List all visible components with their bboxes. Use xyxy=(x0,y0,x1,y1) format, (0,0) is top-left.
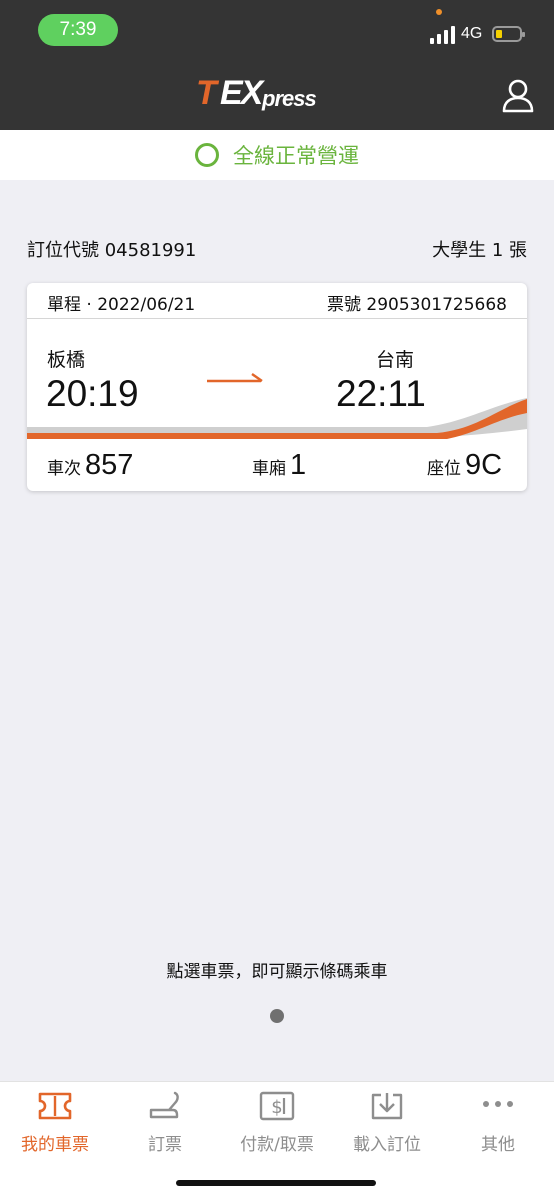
signal-icon xyxy=(430,26,456,44)
ticket-header: 單程 · 2022/06/21 票號 2905301725668 xyxy=(27,283,527,319)
page-indicator xyxy=(270,1009,284,1023)
arrow-right-icon xyxy=(207,373,263,383)
origin-station: 板橋 xyxy=(47,349,86,371)
train-number: 車次 857 xyxy=(47,449,134,481)
tab-load-booking[interactable]: 載入訂位 xyxy=(332,1082,442,1162)
car-number: 車廂 1 xyxy=(252,449,307,481)
booking-info: 訂位代號 04581991 大學生 1 張 xyxy=(27,236,527,261)
booking-code: 訂位代號 04581991 xyxy=(27,240,197,261)
tab-book-ticket[interactable]: 訂票 xyxy=(110,1082,220,1162)
seat-icon xyxy=(149,1091,179,1119)
texpress-logo: T EX press xyxy=(196,74,317,112)
trip-date: 單程 · 2022/06/21 xyxy=(47,295,196,315)
home-indicator[interactable] xyxy=(176,1180,376,1186)
tab-my-tickets[interactable]: 我的車票 xyxy=(0,1082,110,1162)
network-type: 4G xyxy=(461,25,483,42)
seat-number: 座位 9C xyxy=(427,449,503,481)
download-icon xyxy=(371,1093,403,1120)
tab-other[interactable]: 其他 xyxy=(443,1082,553,1162)
service-status-text: 全線正常營運 xyxy=(233,144,359,168)
payment-icon: $ xyxy=(259,1091,295,1121)
status-bar: 7:39 4G xyxy=(0,0,554,60)
status-time: 7:39 xyxy=(38,14,118,46)
tap-ticket-hint: 點選車票，即可顯示條碼乘車 xyxy=(166,962,388,982)
ticket-icon xyxy=(38,1092,72,1120)
user-icon[interactable] xyxy=(500,78,536,114)
status-ok-icon xyxy=(195,143,219,167)
ticket-number: 票號 2905301725668 xyxy=(326,295,507,315)
ticket-footer: 車次 857 車廂 1 座位 9C xyxy=(27,449,527,485)
svg-text:$: $ xyxy=(271,1097,282,1118)
passenger-count: 大學生 1 張 xyxy=(432,240,527,261)
app-header: T EX press xyxy=(0,60,554,130)
ticket-swoosh-decoration xyxy=(27,398,527,439)
battery-icon xyxy=(492,26,525,42)
tab-payment[interactable]: $ 付款/取票 xyxy=(222,1082,332,1162)
more-icon xyxy=(483,1101,513,1107)
service-status-banner: 全線正常營運 xyxy=(0,130,554,180)
privacy-indicator-dot xyxy=(436,9,442,15)
ticket-card[interactable]: 單程 · 2022/06/21 票號 2905301725668 板橋 20:1… xyxy=(27,283,527,491)
destination-station: 台南 xyxy=(376,349,415,371)
